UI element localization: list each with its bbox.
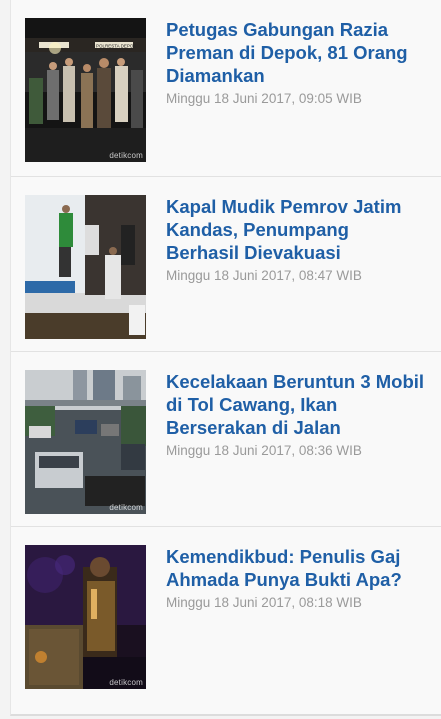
list-item[interactable]: POLRESTA DEPOK detikcom Petugas Gabungan… [11, 0, 441, 177]
news-list: POLRESTA DEPOK detikcom Petugas Gabungan… [10, 0, 441, 716]
list-item[interactable]: detikcom Kecelakaan Beruntun 3 Mobil di … [11, 352, 441, 527]
image-watermark: detikcom [109, 151, 143, 160]
article-date: Minggu 18 Juni 2017, 08:18 WIB [166, 595, 362, 610]
svg-text:POLRESTA DEPOK: POLRESTA DEPOK [96, 44, 136, 49]
article-text: Kecelakaan Beruntun 3 Mobil di Tol Cawan… [166, 370, 426, 526]
article-title-link[interactable]: Kemendikbud: Penulis Gaj Ahmada Punya Bu… [166, 545, 426, 591]
list-item[interactable]: detikcom Kemendikbud: Penulis Gaj Ahmada… [11, 527, 441, 714]
image-watermark: detikcom [109, 503, 143, 512]
speaker-podium-photo [25, 545, 146, 689]
article-date: Minggu 18 Juni 2017, 08:36 WIB [166, 443, 362, 458]
article-text: Kemendikbud: Penulis Gaj Ahmada Punya Bu… [166, 545, 426, 714]
list-item[interactable]: Kapal Mudik Pemrov Jatim Kandas, Penumpa… [11, 177, 441, 352]
article-date: Minggu 18 Juni 2017, 08:47 WIB [166, 268, 362, 283]
article-title-link[interactable]: Kecelakaan Beruntun 3 Mobil di Tol Cawan… [166, 370, 426, 439]
highway-crash-photo [25, 370, 146, 514]
night-raid-photo: POLRESTA DEPOK [25, 18, 146, 162]
article-thumbnail[interactable]: POLRESTA DEPOK detikcom [25, 18, 146, 162]
article-date: Minggu 18 Juni 2017, 09:05 WIB [166, 91, 362, 106]
article-text: Petugas Gabungan Razia Preman di Depok, … [166, 18, 426, 176]
article-thumbnail[interactable] [25, 195, 146, 339]
article-thumbnail[interactable]: detikcom [25, 545, 146, 689]
article-thumbnail[interactable]: detikcom [25, 370, 146, 514]
ship-evacuation-photo [25, 195, 146, 339]
article-text: Kapal Mudik Pemrov Jatim Kandas, Penumpa… [166, 195, 426, 351]
article-title-link[interactable]: Kapal Mudik Pemrov Jatim Kandas, Penumpa… [166, 195, 426, 264]
image-watermark: detikcom [109, 678, 143, 687]
article-title-link[interactable]: Petugas Gabungan Razia Preman di Depok, … [166, 18, 426, 87]
